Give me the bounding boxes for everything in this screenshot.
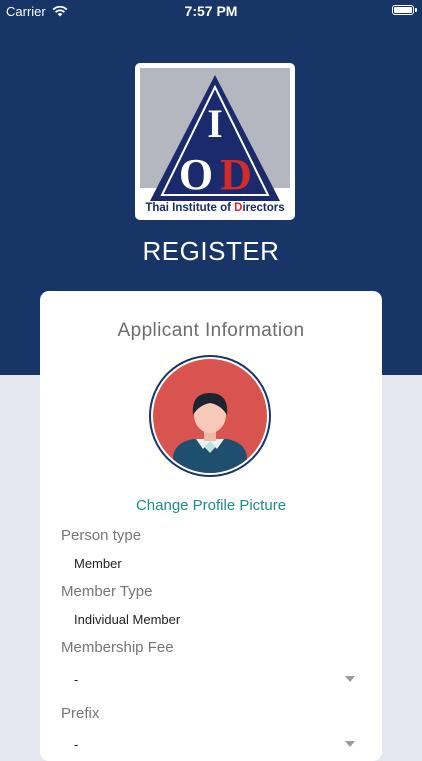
change-profile-picture-link[interactable]: Change Profile Picture <box>40 497 382 514</box>
membership-fee-label: Membership Fee <box>61 639 174 656</box>
logo-caption: Thai Institute of Directors <box>135 202 295 214</box>
applicant-form-card: Applicant Information Change Profile Pic… <box>40 291 382 761</box>
prefix-chevron-down-icon[interactable] <box>345 741 355 747</box>
membership-fee-chevron-down-icon[interactable] <box>345 676 355 682</box>
logo-caption-start: Thai Institute of <box>145 202 235 214</box>
logo-letter-i: I <box>207 101 223 146</box>
battery-icon <box>392 5 417 15</box>
membership-fee-select[interactable]: - <box>74 672 78 687</box>
logo-letter-d: D <box>220 150 252 199</box>
member-type-value[interactable]: Individual Member <box>74 612 180 627</box>
person-type-value[interactable]: Member <box>74 556 122 571</box>
page-title: REGISTER <box>142 236 280 266</box>
logo-letter-o: O <box>179 150 213 199</box>
prefix-label: Prefix <box>61 705 100 722</box>
member-type-label: Member Type <box>61 583 153 600</box>
iod-logo: I O D Thai Institute of Directors <box>135 63 295 220</box>
status-time: 7:57 PM <box>184 3 238 19</box>
logo-caption-end: irectors <box>242 202 285 214</box>
status-bar: Carrier 7:57 PM <box>0 0 422 22</box>
form-title: Applicant Information <box>117 320 305 341</box>
user-avatar-icon[interactable] <box>149 355 271 477</box>
person-type-label: Person type <box>61 527 142 544</box>
